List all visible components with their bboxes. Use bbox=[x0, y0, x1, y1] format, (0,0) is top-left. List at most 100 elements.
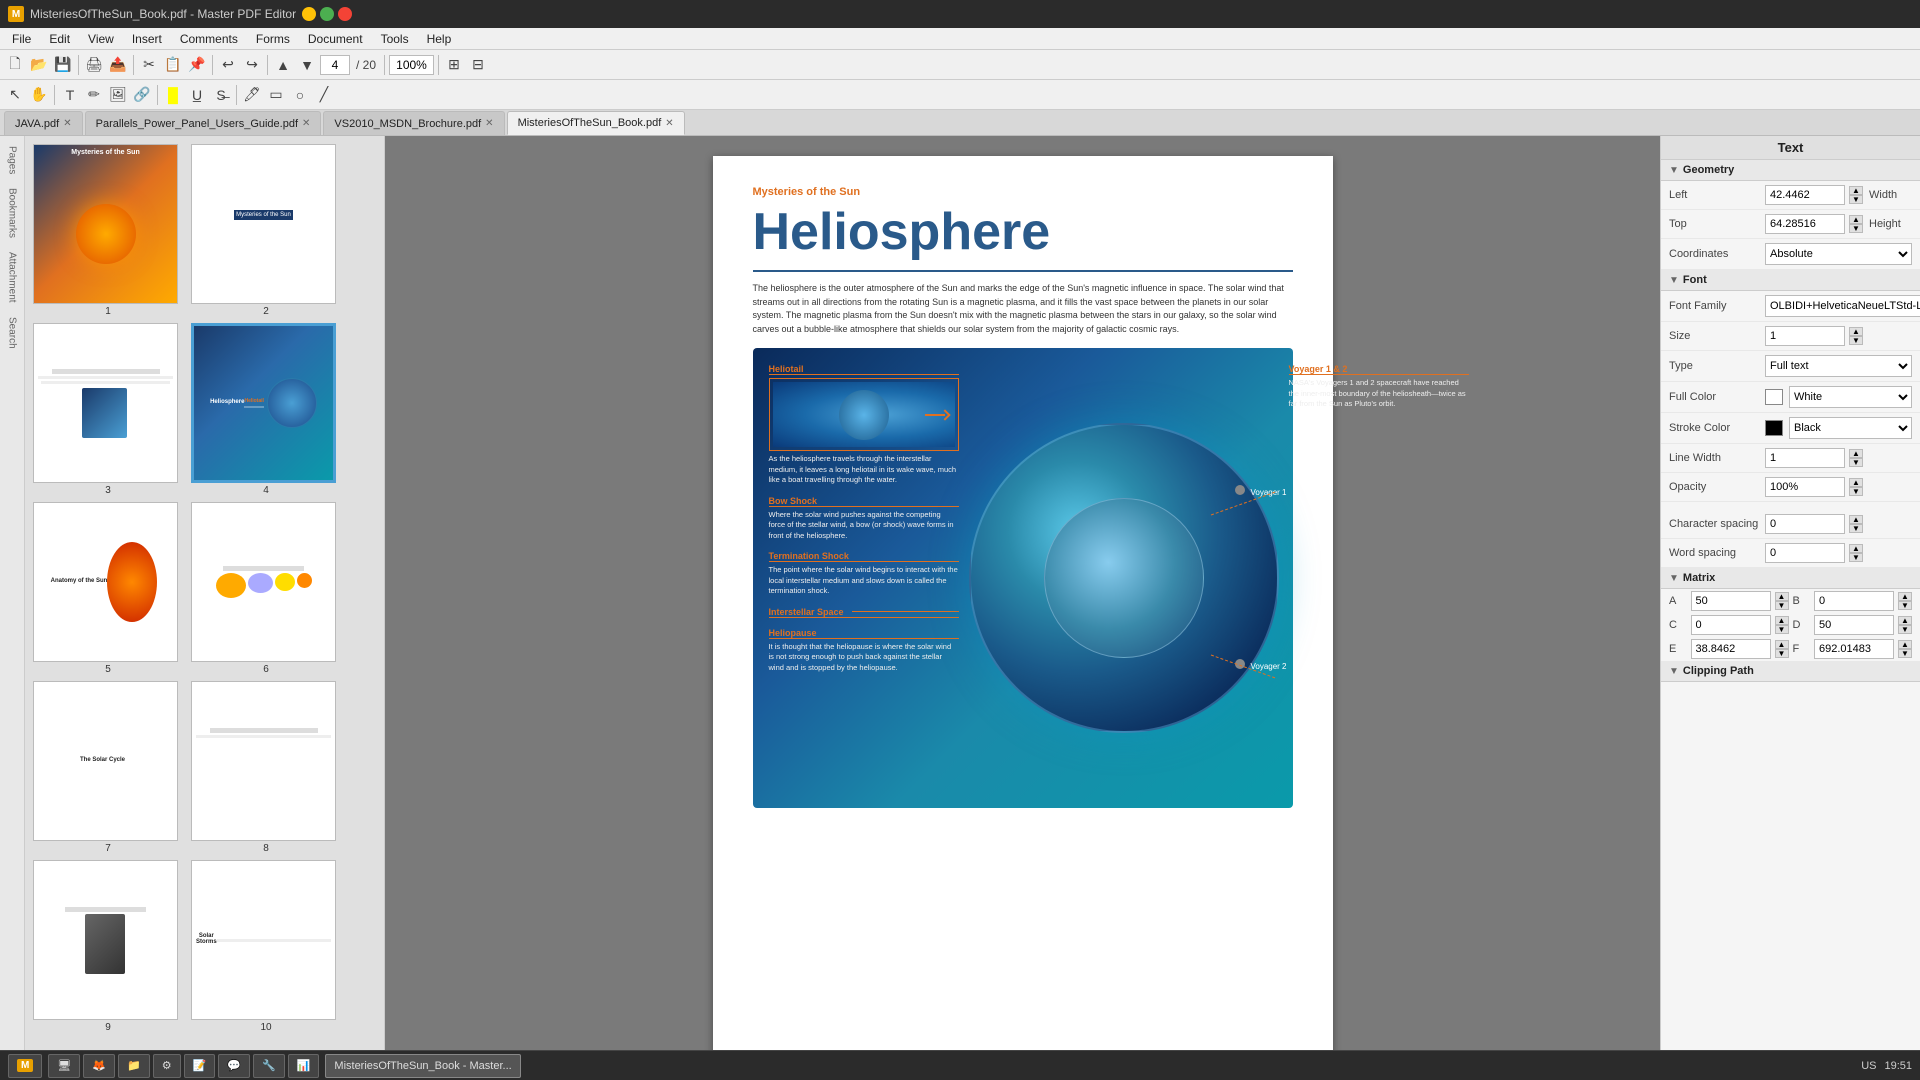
matrix-d-spin-down[interactable]: ▼ bbox=[1898, 625, 1912, 634]
font-family-select[interactable]: OLBIDI+HelveticaNeueLTStd-Lt bbox=[1765, 295, 1920, 317]
opacity-input[interactable] bbox=[1765, 477, 1845, 497]
matrix-b-spin-down[interactable]: ▼ bbox=[1898, 601, 1912, 610]
thumbnail-5[interactable]: Anatomy of the Sun 5 bbox=[33, 502, 183, 675]
matrix-f-spin-down[interactable]: ▼ bbox=[1898, 649, 1912, 658]
menu-forms[interactable]: Forms bbox=[248, 30, 298, 48]
copy-btn[interactable]: 📋 bbox=[162, 54, 184, 76]
top-input[interactable] bbox=[1765, 214, 1845, 234]
pen-btn[interactable]: 🖊 bbox=[241, 84, 263, 106]
matrix-section-header[interactable]: ▼ Matrix bbox=[1661, 568, 1920, 589]
close-button[interactable] bbox=[338, 7, 352, 21]
line-width-spin[interactable]: ▲ ▼ bbox=[1849, 449, 1863, 467]
matrix-e-spin[interactable]: ▲ ▼ bbox=[1775, 640, 1789, 658]
char-spacing-spin-down[interactable]: ▼ bbox=[1849, 524, 1863, 533]
thumbnail-1[interactable]: Mysteries of the Sun 1 bbox=[33, 144, 183, 317]
top-spin-up[interactable]: ▲ bbox=[1849, 215, 1863, 224]
matrix-c-spin-up[interactable]: ▲ bbox=[1775, 616, 1789, 625]
opacity-spin[interactable]: ▲ ▼ bbox=[1849, 478, 1863, 496]
menu-file[interactable]: File bbox=[4, 30, 39, 48]
text-btn[interactable]: T bbox=[59, 84, 81, 106]
left-spin-down[interactable]: ▼ bbox=[1849, 195, 1863, 204]
strikethrough-btn[interactable]: S̶ bbox=[210, 84, 232, 106]
matrix-b-input[interactable] bbox=[1814, 591, 1894, 611]
top-spin[interactable]: ▲ ▼ bbox=[1849, 215, 1863, 233]
matrix-c-spin[interactable]: ▲ ▼ bbox=[1775, 616, 1789, 634]
matrix-d-spin-up[interactable]: ▲ bbox=[1898, 616, 1912, 625]
font-size-spin-up[interactable]: ▲ bbox=[1849, 327, 1863, 336]
taskbar-main-app[interactable]: MisteriesOfTheSun_Book - Master... bbox=[325, 1054, 520, 1078]
pages-panel-icon[interactable]: Pages bbox=[4, 140, 21, 180]
fit-width-btn[interactable]: ⊟ bbox=[467, 54, 489, 76]
full-color-swatch[interactable] bbox=[1765, 389, 1783, 405]
font-size-input[interactable] bbox=[1765, 326, 1845, 346]
char-spacing-spin[interactable]: ▲ ▼ bbox=[1849, 515, 1863, 533]
paste-btn[interactable]: 📌 bbox=[186, 54, 208, 76]
thumbnail-9[interactable]: 9 bbox=[33, 860, 183, 1033]
word-spacing-spin[interactable]: ▲ ▼ bbox=[1849, 544, 1863, 562]
word-spacing-spin-down[interactable]: ▼ bbox=[1849, 553, 1863, 562]
save-btn[interactable]: 💾 bbox=[52, 54, 74, 76]
matrix-a-spin[interactable]: ▲ ▼ bbox=[1775, 592, 1789, 610]
matrix-e-spin-down[interactable]: ▼ bbox=[1775, 649, 1789, 658]
bookmarks-panel-icon[interactable]: Bookmarks bbox=[4, 182, 21, 244]
matrix-e-input[interactable] bbox=[1691, 639, 1771, 659]
font-size-spin-down[interactable]: ▼ bbox=[1849, 336, 1863, 345]
type-select[interactable]: Full text Outline bbox=[1765, 355, 1912, 377]
menu-tools[interactable]: Tools bbox=[373, 30, 417, 48]
menu-document[interactable]: Document bbox=[300, 30, 371, 48]
font-size-spin[interactable]: ▲ ▼ bbox=[1849, 327, 1863, 345]
matrix-d-spin[interactable]: ▲ ▼ bbox=[1898, 616, 1912, 634]
menu-help[interactable]: Help bbox=[419, 30, 460, 48]
left-spin[interactable]: ▲ ▼ bbox=[1849, 186, 1863, 204]
matrix-b-spin-up[interactable]: ▲ bbox=[1898, 592, 1912, 601]
print-btn[interactable]: 🖨 bbox=[83, 54, 105, 76]
tab-close-parallels[interactable]: ✕ bbox=[302, 118, 310, 129]
matrix-c-spin-down[interactable]: ▼ bbox=[1775, 625, 1789, 634]
search-panel-icon[interactable]: Search bbox=[4, 311, 21, 355]
matrix-f-input[interactable] bbox=[1814, 639, 1894, 659]
taskbar-icon-7[interactable]: 🔧 bbox=[253, 1054, 285, 1078]
edit-btn[interactable]: ✏ bbox=[83, 84, 105, 106]
taskbar-icon-4[interactable]: ⚙ bbox=[153, 1054, 181, 1078]
menu-edit[interactable]: Edit bbox=[41, 30, 78, 48]
tab-close-vs2010[interactable]: ✕ bbox=[485, 118, 493, 129]
thumbnail-10[interactable]: Solar Storms 10 bbox=[191, 860, 341, 1033]
image-btn[interactable]: 🖼 bbox=[107, 84, 129, 106]
opacity-spin-up[interactable]: ▲ bbox=[1849, 478, 1863, 487]
taskbar-icon-6[interactable]: 💬 bbox=[218, 1054, 250, 1078]
thumbnail-8[interactable]: 8 bbox=[191, 681, 341, 854]
stroke-color-swatch[interactable] bbox=[1765, 420, 1783, 436]
taskbar-icon-1[interactable]: 🖥 bbox=[48, 1054, 80, 1078]
new-btn[interactable]: 🗋 bbox=[4, 54, 26, 76]
zoom-input[interactable]: 100% bbox=[389, 55, 434, 75]
coordinates-select[interactable]: Absolute Relative bbox=[1765, 243, 1912, 265]
prev-page-btn[interactable]: ▲ bbox=[272, 54, 294, 76]
matrix-f-spin-up[interactable]: ▲ bbox=[1898, 640, 1912, 649]
matrix-a-spin-down[interactable]: ▼ bbox=[1775, 601, 1789, 610]
font-section-header[interactable]: ▼ Font bbox=[1661, 270, 1920, 291]
fit-page-btn[interactable]: ⊞ bbox=[443, 54, 465, 76]
char-spacing-input[interactable] bbox=[1765, 514, 1845, 534]
tab-vs2010[interactable]: VS2010_MSDN_Brochure.pdf ✕ bbox=[323, 111, 504, 135]
export-btn[interactable]: 📤 bbox=[107, 54, 129, 76]
tab-java[interactable]: JAVA.pdf ✕ bbox=[4, 111, 83, 135]
matrix-f-spin[interactable]: ▲ ▼ bbox=[1898, 640, 1912, 658]
opacity-spin-down[interactable]: ▼ bbox=[1849, 487, 1863, 496]
link-btn[interactable]: 🔗 bbox=[131, 84, 153, 106]
taskbar-app-icon[interactable]: M bbox=[8, 1054, 42, 1078]
minimize-button[interactable] bbox=[302, 7, 316, 21]
tab-close-mysteries[interactable]: ✕ bbox=[665, 118, 673, 129]
page-number-input[interactable]: 4 bbox=[320, 55, 350, 75]
taskbar-icon-5[interactable]: 📝 bbox=[184, 1054, 216, 1078]
matrix-a-input[interactable] bbox=[1691, 591, 1771, 611]
thumbnail-7[interactable]: The Solar Cycle 7 bbox=[33, 681, 183, 854]
next-page-btn[interactable]: ▼ bbox=[296, 54, 318, 76]
left-input[interactable] bbox=[1765, 185, 1845, 205]
top-spin-down[interactable]: ▼ bbox=[1849, 224, 1863, 233]
matrix-e-spin-up[interactable]: ▲ bbox=[1775, 640, 1789, 649]
highlight-btn[interactable]: █ bbox=[162, 84, 184, 106]
redo-btn[interactable]: ↪ bbox=[241, 54, 263, 76]
full-color-select[interactable]: White Black Custom... bbox=[1789, 386, 1912, 408]
line-width-spin-down[interactable]: ▼ bbox=[1849, 458, 1863, 467]
clipping-path-section-header[interactable]: ▼ Clipping Path bbox=[1661, 661, 1920, 682]
